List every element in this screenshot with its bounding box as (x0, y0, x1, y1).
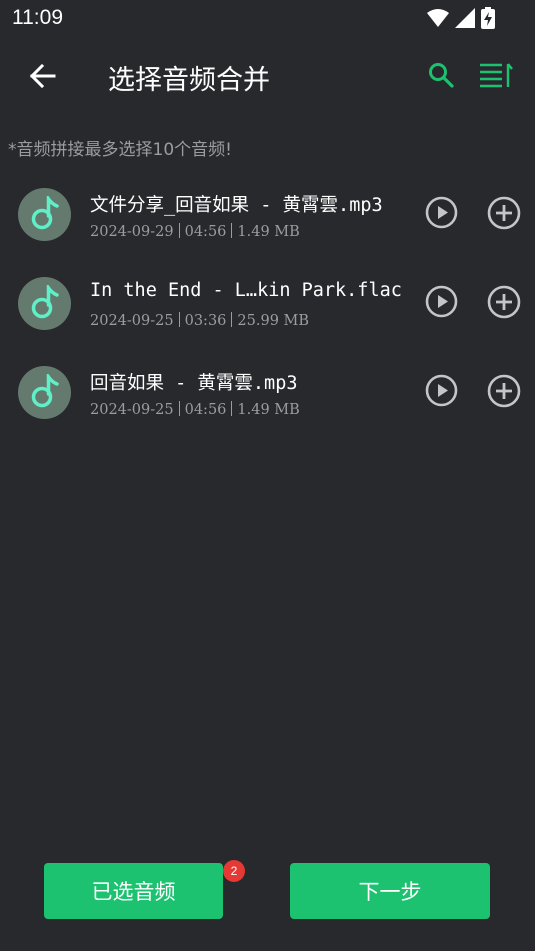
file-date: 2024-09-29 (90, 224, 174, 240)
play-circle-icon (425, 196, 458, 233)
play-button[interactable] (425, 285, 458, 322)
add-button[interactable] (487, 285, 521, 323)
file-size: 1.49 MB (237, 224, 300, 240)
add-circle-icon (487, 374, 521, 412)
music-thumbnail (18, 366, 71, 419)
file-size: 25.99 MB (237, 313, 310, 329)
divider (178, 223, 180, 238)
file-name: 文件分享_回音如果 - 黄霄雲.mp3 (90, 195, 383, 216)
selected-audio-button[interactable]: 已选音频 (44, 863, 223, 919)
list-item[interactable]: 回音如果 - 黄霄雲.mp3 2024-09-25 04:56 1.49 MB (0, 348, 535, 437)
status-bar: 11:09 (0, 0, 535, 36)
app-header: 选择音频合并 (0, 46, 535, 108)
sort-button[interactable] (476, 60, 516, 94)
battery-charging-icon (481, 7, 495, 33)
file-meta: 2024-09-29 04:56 1.49 MB (90, 223, 300, 240)
file-name: 回音如果 - 黄霄雲.mp3 (90, 373, 298, 394)
page-title: 选择音频合并 (108, 65, 270, 96)
signal-icon (455, 8, 475, 32)
list-item[interactable]: In the End - L…kin Park.flac 2024-09-25 0… (0, 259, 535, 348)
add-circle-icon (487, 285, 521, 323)
file-name: In the End - L…kin Park.flac (90, 280, 402, 301)
search-button[interactable] (424, 60, 458, 94)
list-item[interactable]: 文件分享_回音如果 - 黄霄雲.mp3 2024-09-29 04:56 1.49 … (0, 170, 535, 259)
file-size: 1.49 MB (237, 402, 300, 418)
add-button[interactable] (487, 374, 521, 412)
play-circle-icon (425, 285, 458, 322)
file-meta: 2024-09-25 04:56 1.49 MB (90, 401, 300, 418)
divider (178, 312, 180, 327)
file-duration: 04:56 (184, 224, 227, 240)
divider (178, 401, 180, 416)
add-circle-icon (487, 196, 521, 234)
arrow-left-icon (28, 62, 56, 94)
file-duration: 04:56 (184, 402, 227, 418)
music-note-icon (30, 370, 60, 412)
sort-list-icon (478, 61, 514, 93)
play-circle-icon (425, 374, 458, 411)
wifi-icon (427, 8, 449, 32)
play-button[interactable] (425, 196, 458, 233)
music-thumbnail (18, 188, 71, 241)
divider (231, 312, 233, 327)
add-button[interactable] (487, 196, 521, 234)
status-icons (427, 7, 495, 33)
file-list: 文件分享_回音如果 - 黄霄雲.mp3 2024-09-29 04:56 1.49 … (0, 170, 535, 437)
music-note-icon (30, 281, 60, 323)
file-meta: 2024-09-25 03:36 25.99 MB (90, 312, 309, 329)
bottom-action-bar: 已选音频 2 下一步 (0, 855, 535, 935)
divider (231, 223, 233, 238)
play-button[interactable] (425, 374, 458, 411)
back-button[interactable] (22, 58, 62, 98)
search-icon (428, 62, 454, 92)
divider (231, 401, 233, 416)
file-date: 2024-09-25 (90, 313, 174, 329)
file-date: 2024-09-25 (90, 402, 174, 418)
selected-count-badge: 2 (223, 860, 245, 882)
music-thumbnail (18, 277, 71, 330)
music-note-icon (30, 192, 60, 234)
status-time: 11:09 (12, 6, 63, 29)
hint-text: *音频拼接最多选择10个音频! (8, 140, 232, 160)
file-duration: 03:36 (184, 313, 227, 329)
next-step-button[interactable]: 下一步 (290, 863, 490, 919)
